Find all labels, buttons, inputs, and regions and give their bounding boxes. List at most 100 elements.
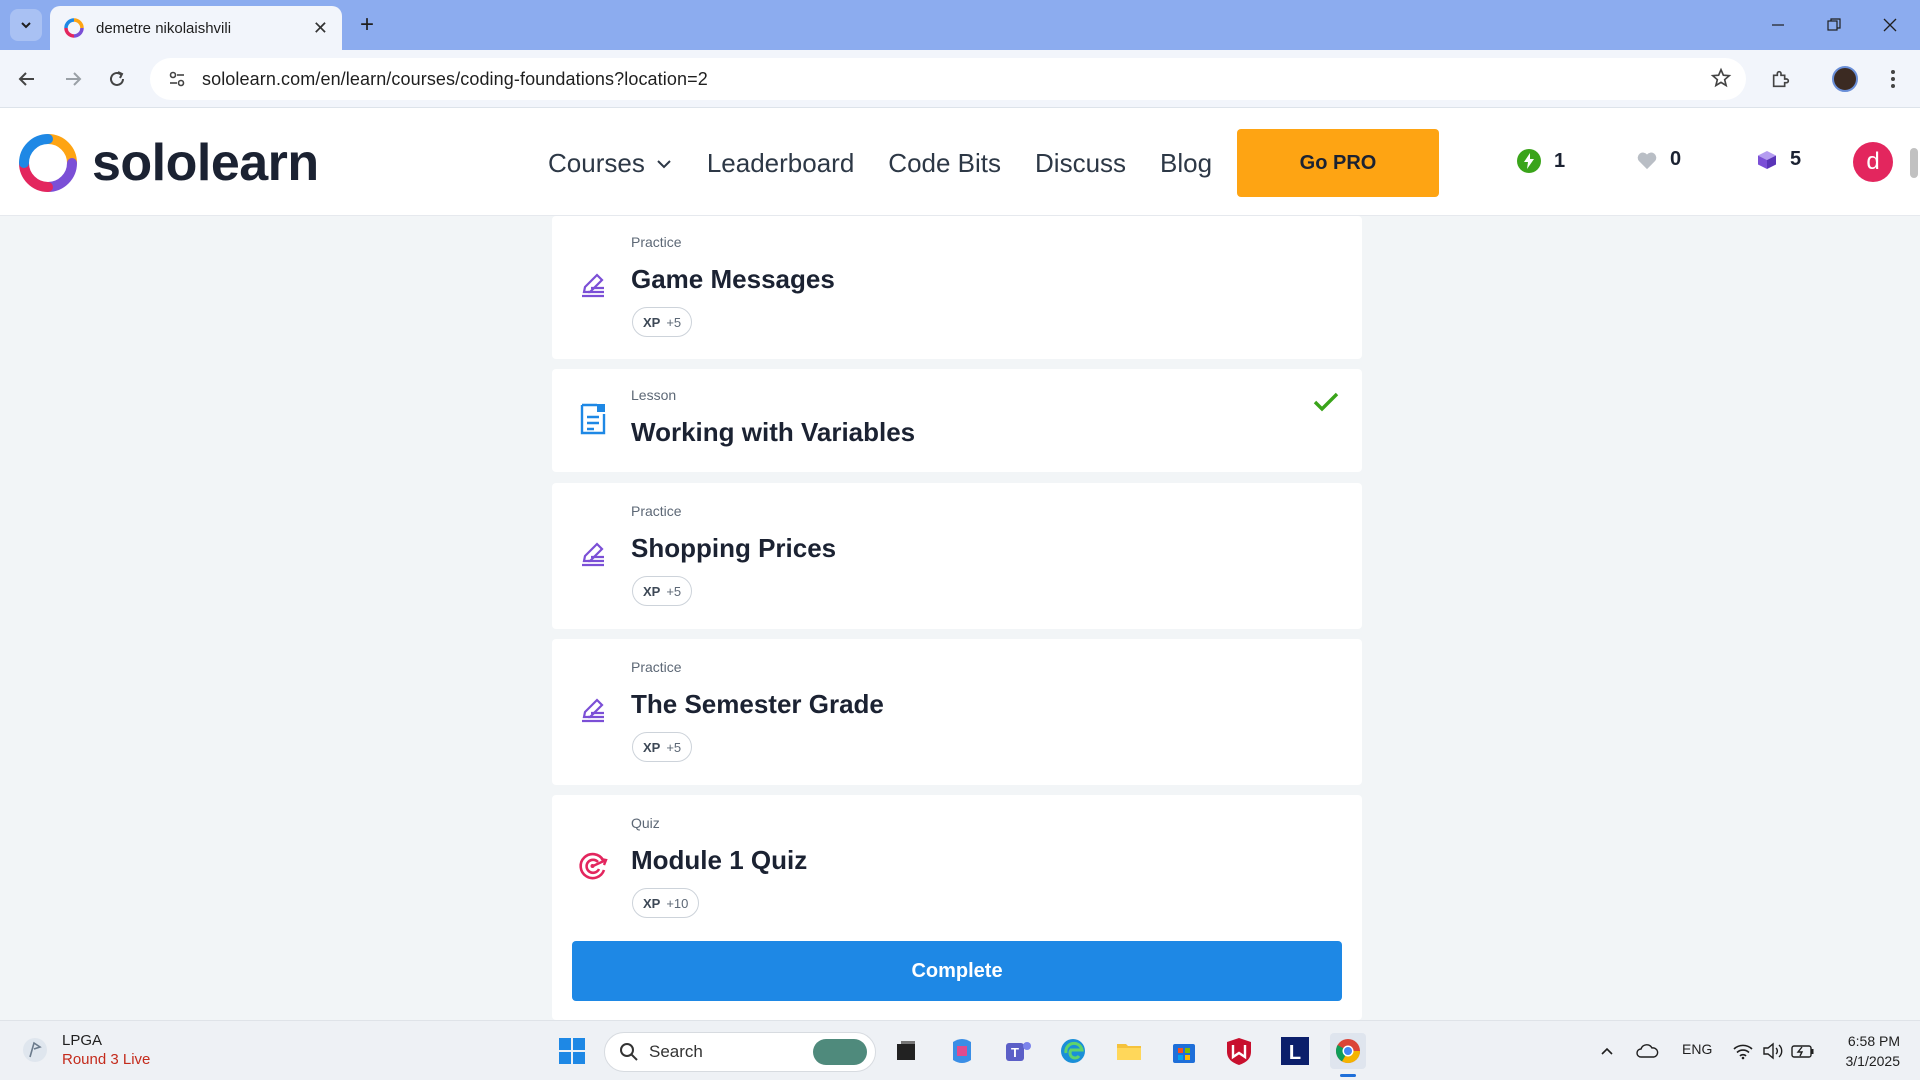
svg-text:L: L <box>1289 1042 1301 1064</box>
lesson-card[interactable]: Practice Game Messages XP +5 <box>552 216 1362 359</box>
edge-icon <box>1061 1039 1085 1063</box>
xp-label: XP <box>643 739 661 755</box>
xp-label: XP <box>643 314 661 330</box>
browser-tab-active[interactable]: demetre nikolaishvili ✕ <box>50 6 342 50</box>
wifi-icon <box>1733 1044 1753 1060</box>
lesson-card[interactable]: Practice Shopping Prices XP +5 <box>552 483 1362 629</box>
lesson-title: Shopping Prices <box>631 533 837 563</box>
nav-courses[interactable]: Courses <box>548 148 673 179</box>
system-clock[interactable]: 6:58 PM 3/1/2025 <box>1824 1031 1901 1071</box>
chrome-icon <box>1335 1039 1360 1064</box>
main-nav: Courses Leaderboard Code Bits Discuss Bl… <box>548 148 1246 179</box>
kebab-menu-icon <box>1891 70 1895 88</box>
tab-search-button[interactable] <box>10 9 42 41</box>
nav-discuss[interactable]: Discuss <box>1035 148 1126 179</box>
show-hidden-icons-button[interactable] <box>1592 1033 1622 1069</box>
news-title: LPGA <box>62 1032 103 1049</box>
taskbar-m365[interactable] <box>944 1033 980 1069</box>
tab-close-icon[interactable]: ✕ <box>313 18 328 39</box>
xp-value: +5 <box>666 739 682 755</box>
nav-leaderboard[interactable]: Leaderboard <box>707 148 854 179</box>
page-scrollbar[interactable] <box>1910 148 1918 178</box>
nav-courses-label: Courses <box>548 148 645 178</box>
taskbar-file-explorer[interactable] <box>1111 1033 1147 1069</box>
search-label: Search <box>649 1042 703 1061</box>
wifi-button[interactable] <box>1728 1033 1758 1069</box>
lesson-icon <box>576 402 610 436</box>
battery-button[interactable] <box>1788 1033 1818 1069</box>
profile-button[interactable] <box>1828 62 1862 96</box>
volume-button[interactable] <box>1758 1033 1788 1069</box>
hearts-counter[interactable]: 0 <box>1636 148 1681 171</box>
site-header: sololearn Courses Leaderboard Code Bits … <box>0 108 1920 216</box>
lesson-kind: Practice <box>631 659 682 675</box>
extensions-button[interactable] <box>1764 62 1798 96</box>
gem-cube-icon <box>1758 150 1776 169</box>
battery-charging-icon <box>1791 1045 1814 1058</box>
lesson-card[interactable]: Lesson Working with Variables <box>552 369 1362 472</box>
lesson-kind: Lesson <box>631 387 677 403</box>
chevron-down-icon <box>657 159 671 168</box>
new-tab-button[interactable]: + <box>352 10 382 40</box>
taskbar-store[interactable] <box>1166 1033 1202 1069</box>
address-bar[interactable]: sololearn.com/en/learn/courses/coding-fo… <box>150 58 1746 100</box>
taskbar-chrome[interactable] <box>1330 1033 1366 1077</box>
streak-value: 1 <box>1554 149 1566 172</box>
golf-icon <box>23 1038 47 1062</box>
clock-date: 3/1/2025 <box>1845 1053 1901 1069</box>
gems-value: 5 <box>1790 148 1802 170</box>
streak-counter[interactable]: 1 <box>1516 148 1565 174</box>
gems-counter[interactable]: 5 <box>1756 148 1801 171</box>
restore-button[interactable] <box>1814 10 1854 40</box>
task-view-button[interactable] <box>888 1033 924 1069</box>
close-window-button[interactable] <box>1870 10 1910 40</box>
lesson-kind: Quiz <box>631 815 660 831</box>
letter-l-app-icon: L <box>1281 1037 1309 1065</box>
active-app-indicator <box>1340 1074 1356 1077</box>
xp-value: +5 <box>666 314 682 330</box>
back-button[interactable] <box>10 62 44 96</box>
target-icon <box>576 849 610 883</box>
lesson-kind: Practice <box>631 503 682 519</box>
go-pro-button[interactable]: Go PRO <box>1237 129 1439 197</box>
hearts-value: 0 <box>1670 148 1682 170</box>
site-info-icon[interactable] <box>164 66 190 92</box>
logo-text: sololearn <box>92 134 319 192</box>
taskbar-app-l[interactable]: L <box>1277 1033 1313 1069</box>
taskbar-search[interactable]: Search <box>604 1032 876 1072</box>
taskbar-teams[interactable]: T <box>1000 1033 1036 1069</box>
windows-taskbar: LPGA Round 3 Live Search T L ENG 6:58 PM… <box>0 1020 1920 1080</box>
xp-label: XP <box>643 583 661 599</box>
minimize-button[interactable] <box>1758 10 1798 40</box>
xp-badge: XP +5 <box>632 732 693 762</box>
reload-button[interactable] <box>100 62 134 96</box>
browser-menu-button[interactable] <box>1876 62 1910 96</box>
lesson-title: The Semester Grade <box>631 689 884 719</box>
reload-icon <box>110 71 124 86</box>
speaker-icon <box>1763 1042 1783 1060</box>
language-indicator[interactable]: ENG <box>1682 1041 1712 1057</box>
news-widget[interactable]: LPGA Round 3 Live <box>20 1031 150 1069</box>
task-view-icon <box>897 1041 915 1060</box>
tab-title: demetre nikolaishvili <box>96 19 232 37</box>
lesson-title: Module 1 Quiz <box>631 845 808 875</box>
chevron-up-icon <box>1601 1047 1613 1055</box>
bookmark-star-icon[interactable] <box>1710 67 1732 94</box>
complete-button[interactable]: Complete <box>572 941 1342 1001</box>
nav-code-bits[interactable]: Code Bits <box>888 148 1001 179</box>
user-avatar[interactable]: d <box>1853 142 1893 182</box>
search-icon <box>620 1043 638 1061</box>
pencil-icon <box>576 268 610 302</box>
onedrive-button[interactable] <box>1632 1033 1662 1069</box>
taskbar-mcafee[interactable] <box>1221 1033 1257 1069</box>
start-button[interactable] <box>554 1033 590 1069</box>
xp-badge: XP +5 <box>632 307 693 337</box>
xp-badge: XP +5 <box>632 576 693 606</box>
sololearn-logo[interactable]: sololearn <box>18 133 319 193</box>
nav-blog[interactable]: Blog <box>1160 148 1212 179</box>
forward-button[interactable] <box>56 62 90 96</box>
taskbar-edge[interactable] <box>1055 1033 1091 1069</box>
puzzle-icon <box>1772 70 1790 88</box>
lesson-card[interactable]: Practice The Semester Grade XP +5 <box>552 639 1362 785</box>
mcafee-shield-icon <box>1227 1038 1251 1065</box>
